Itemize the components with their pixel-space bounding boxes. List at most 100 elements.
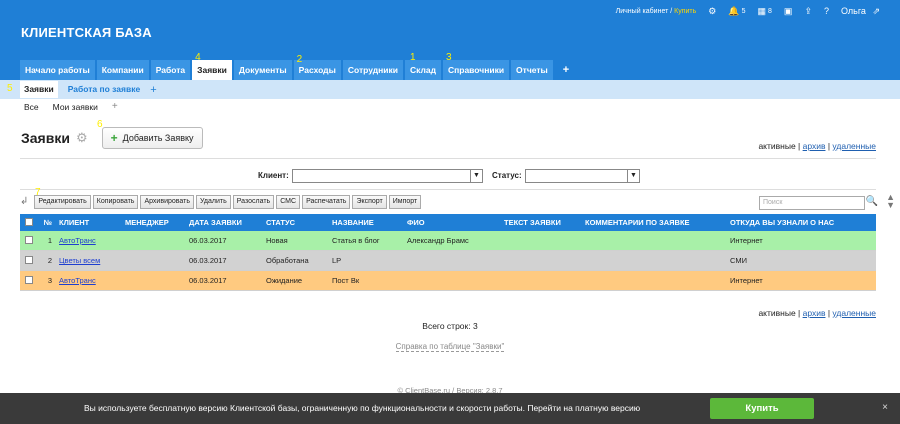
add-request-button[interactable]: + Добавить Заявку	[101, 127, 203, 149]
client-link[interactable]: АвтоТранс	[59, 276, 96, 285]
gear-icon[interactable]: ⚙	[708, 6, 716, 17]
plus-icon: +	[110, 131, 118, 145]
view-deleted[interactable]: удаленные	[832, 308, 876, 318]
total-rows: Всего строк: 3	[422, 321, 478, 331]
sort-icon[interactable]: ▲ ▼	[886, 193, 895, 210]
tab-marker: 4	[195, 52, 201, 63]
table-header: № КЛИЕНТ МЕНЕДЖЕР ДАТА ЗАЯВКИ СТАТУС НАЗ…	[20, 214, 876, 231]
view-links-top: активные | архив | удаленные	[758, 141, 876, 151]
search-icon[interactable]: 🔍	[866, 196, 878, 207]
banner-message: Вы используете бесплатную версию Клиентс…	[84, 403, 641, 413]
edit-button[interactable]: Редактировать	[34, 194, 91, 209]
col-name[interactable]: НАЗВАНИЕ	[329, 218, 404, 227]
search-input[interactable]: Поиск	[759, 196, 865, 210]
table-toolbar: 7 ↲ Редактировать Копировать Архивироват…	[20, 187, 876, 210]
row-checkbox[interactable]	[20, 275, 36, 286]
status-filter-select[interactable]: ▼	[525, 169, 640, 183]
mailing-button[interactable]: Разослать	[232, 194, 275, 209]
client-link[interactable]: АвтоТранс	[59, 236, 96, 245]
tab-reports[interactable]: Отчеты	[511, 60, 553, 80]
col-client[interactable]: КЛИЕНТ	[56, 218, 122, 227]
table-row[interactable]: 2 Цветы всем 06.03.2017 Обработана LP СМ…	[20, 251, 876, 271]
divider	[20, 158, 876, 159]
client-filter-select[interactable]: ▼	[292, 169, 483, 183]
tab-marker: 2	[296, 54, 303, 65]
row-checkbox[interactable]	[20, 235, 36, 246]
row-checkbox[interactable]	[20, 255, 36, 266]
col-date[interactable]: ДАТА ЗАЯВКИ	[186, 218, 263, 227]
chat-icon[interactable]: ▣	[784, 6, 793, 17]
tab-warehouse[interactable]: 1 Склад	[404, 52, 441, 80]
main-tabs: Начало работы Компании Работа 4 Заявки До…	[20, 52, 577, 80]
tab-requests[interactable]: 4 Заявки	[192, 52, 232, 80]
gear-icon[interactable]: ⚙	[76, 130, 88, 146]
export-button[interactable]: Экспорт	[352, 194, 387, 209]
calendar-icon[interactable]: ▦ 8	[758, 6, 772, 17]
notify-count: 5	[741, 7, 746, 15]
col-comments[interactable]: КОММЕНТАРИИ ПО ЗАЯВКЕ	[582, 218, 727, 227]
bell-icon[interactable]: 🔔 5	[728, 6, 745, 17]
add-filter-button[interactable]: +	[112, 101, 118, 112]
col-fio[interactable]: ФИО	[404, 218, 501, 227]
tab-employees[interactable]: Сотрудники	[342, 60, 403, 80]
buy-button[interactable]: Купить	[710, 398, 814, 419]
filter-all[interactable]: Все	[24, 102, 39, 112]
col-num[interactable]: №	[36, 218, 56, 227]
free-version-banner: Вы используете бесплатную версию Клиентс…	[0, 393, 900, 424]
view-deleted[interactable]: удаленные	[832, 141, 876, 151]
requests-table: № КЛИЕНТ МЕНЕДЖЕР ДАТА ЗАЯВКИ СТАТУС НАЗ…	[20, 214, 876, 291]
subtab-request-work[interactable]: Работа по заявке	[64, 81, 144, 98]
help-icon[interactable]: ?	[824, 6, 829, 16]
top-bar: Личный кабинет / Купить ⚙ 🔔 5 ▦ 8 ▣ ⇪ ? Ол…	[616, 5, 880, 17]
add-subtab-button[interactable]: +	[150, 84, 156, 96]
view-archive[interactable]: архив	[803, 141, 826, 151]
select-all-checkbox[interactable]	[20, 217, 36, 228]
logout-icon[interactable]: ⇗	[872, 6, 880, 17]
buy-link[interactable]: Купить	[674, 8, 696, 15]
tab-documents[interactable]: Документы	[233, 60, 292, 80]
chevron-down-icon: ▼	[627, 170, 639, 182]
table-help-link[interactable]: Справка по таблице "Заявки"	[0, 342, 900, 352]
user-menu[interactable]: Ольга ⇗	[841, 6, 880, 17]
view-archive[interactable]: архив	[803, 308, 826, 318]
user-name: Ольга	[841, 6, 866, 16]
subtab-requests[interactable]: Заявки	[20, 81, 58, 98]
filter-my-requests[interactable]: Мои заявки	[53, 102, 98, 112]
import-button[interactable]: Импорт	[388, 194, 422, 209]
col-status[interactable]: СТАТУС	[263, 218, 329, 227]
add-tab-button[interactable]: +	[555, 60, 577, 80]
view-active[interactable]: активные	[758, 308, 795, 318]
copy-button[interactable]: Копировать	[92, 194, 139, 209]
view-links-bottom: активные | архив | удаленные	[758, 308, 876, 318]
view-active[interactable]: активные	[758, 141, 795, 151]
close-icon[interactable]: ×	[882, 402, 888, 413]
tab-start[interactable]: Начало работы	[20, 60, 95, 80]
export-icon[interactable]: ⇪	[804, 6, 812, 17]
col-text[interactable]: ТЕКСТ ЗАЯВКИ	[501, 218, 582, 227]
client-filter-label: Клиент:	[258, 171, 289, 180]
tab-expenses[interactable]: 2 Расходы	[293, 54, 341, 80]
table-row[interactable]: 1 АвтоТранс 06.03.2017 Новая Статья в бл…	[20, 231, 876, 251]
delete-button[interactable]: Удалить	[196, 194, 231, 209]
tab-marker: 3	[445, 52, 452, 63]
selection-arrow-icon: ↲	[20, 196, 29, 207]
brand-title: КЛИЕНТСКАЯ БАЗА	[21, 25, 152, 40]
tab-marker: 1	[409, 52, 416, 63]
tab-work[interactable]: Работа	[150, 60, 191, 80]
tab-companies[interactable]: Компании	[96, 60, 149, 80]
calendar-count: 8	[768, 7, 772, 15]
subnav-marker: 5	[7, 83, 13, 94]
cabinet-link[interactable]: Личный кабинет / Купить	[616, 8, 697, 15]
col-source[interactable]: ОТКУДА ВЫ УЗНАЛИ О НАС	[727, 218, 876, 227]
tab-references[interactable]: 3 Справочники	[442, 52, 510, 80]
col-manager[interactable]: МЕНЕДЖЕР	[122, 218, 186, 227]
toolbar-marker: 7	[35, 187, 41, 198]
archive-button[interactable]: Архивировать	[140, 194, 194, 209]
sms-button[interactable]: СМС	[276, 194, 301, 209]
client-link[interactable]: Цветы всем	[59, 256, 100, 265]
status-filter-label: Статус:	[492, 171, 522, 180]
filter-row: Клиент: ▼ Статус: ▼	[0, 169, 900, 183]
print-button[interactable]: Распечатать	[302, 194, 351, 209]
table-row[interactable]: 3 АвтоТранс 06.03.2017 Ожидание Пост Вк …	[20, 271, 876, 291]
add-marker: 6	[97, 119, 103, 130]
